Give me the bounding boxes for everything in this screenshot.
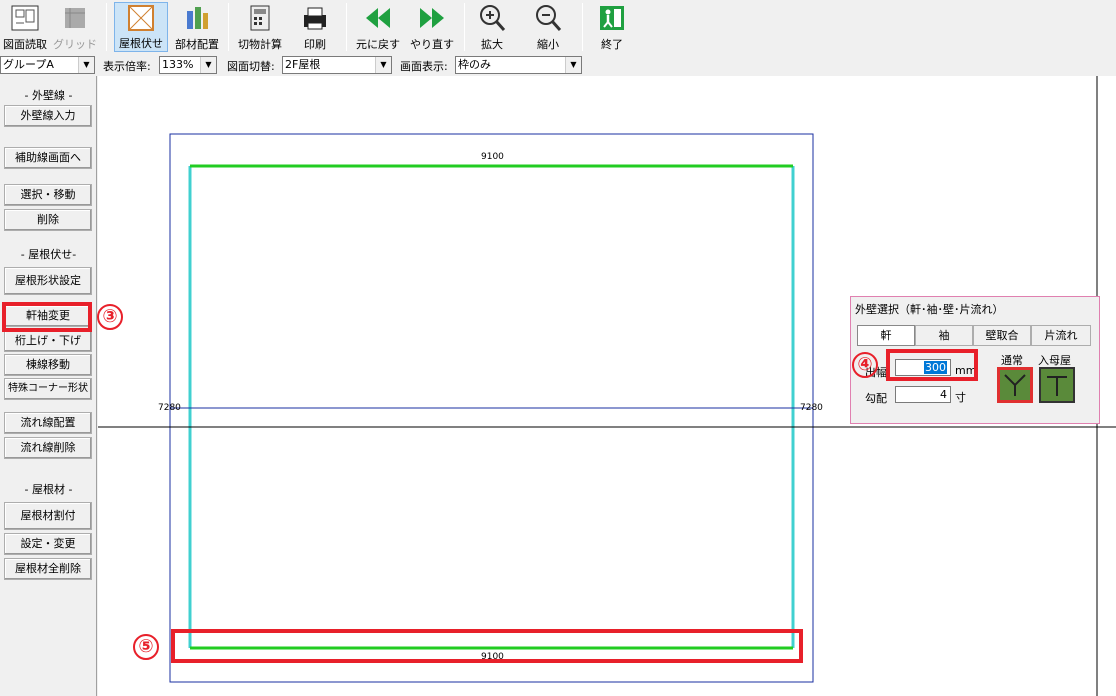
y-roof-icon (1004, 374, 1026, 396)
beam-updown-button[interactable]: 桁上げ・下げ (4, 330, 92, 352)
dim-left-label: 7280 (158, 403, 181, 413)
zoom-label: 表示倍率: (103, 60, 151, 73)
zoom-in-icon (475, 2, 509, 34)
flow-delete-button[interactable]: 流れ線削除 (4, 437, 92, 459)
drawing-read-button[interactable]: 図面読取 (2, 2, 48, 52)
t-roof-icon (1047, 376, 1067, 396)
annotation-step4: ④ (852, 352, 878, 378)
material-delete-all-button[interactable]: 屋根材全削除 (4, 558, 92, 580)
ridge-move-button[interactable]: 棟線移動 (4, 354, 92, 376)
delete-button[interactable]: 削除 (4, 209, 92, 231)
select-move-button[interactable]: 選択・移動 (4, 184, 92, 206)
chevron-down-icon: ▼ (200, 57, 216, 73)
pitch-label: 勾配 (865, 392, 887, 405)
redo-button[interactable]: やり直す (408, 2, 456, 52)
toolbar-separator (464, 3, 465, 51)
roof-plan-icon (124, 3, 158, 33)
material-assign-button[interactable]: 屋根材割付 (4, 502, 92, 530)
tab-single-slope[interactable]: 片流れ (1031, 325, 1091, 346)
annotation-step3: ③ (97, 304, 123, 330)
zoom-out-button[interactable]: 縮小 (528, 2, 568, 52)
drawing-read-icon (8, 2, 42, 34)
undo-button[interactable]: 元に戻す (354, 2, 402, 52)
display-select[interactable]: 枠のみ ▼ (455, 56, 582, 74)
dim-top-label: 9100 (481, 152, 504, 162)
main-toolbar: 図面読取 グリッド 屋根伏せ 部材配置 切物計算 印刷 元に戻す やり直す 拡大… (0, 0, 1116, 55)
chevron-down-icon: ▼ (565, 57, 581, 73)
parts-placement-icon (180, 2, 214, 34)
dim-right-label: 7280 (800, 403, 823, 413)
tab-sleeve[interactable]: 袖 (915, 325, 973, 346)
zoom-select[interactable]: 133% ▼ (159, 56, 217, 74)
flow-place-button[interactable]: 流れ線配置 (4, 412, 92, 434)
left-command-panel: - 外壁線 - 外壁線入力 補助線画面へ 選択・移動 削除 - 屋根伏せ- 屋根… (0, 76, 97, 696)
redo-icon (415, 2, 449, 34)
parts-placement-button[interactable]: 部材配置 (170, 2, 224, 52)
zoom-in-button[interactable]: 拡大 (472, 2, 512, 52)
setting-change-button[interactable]: 設定・変更 (4, 533, 92, 555)
annotation-box-step5 (171, 629, 803, 663)
pitch-input[interactable]: 4 (895, 386, 951, 403)
group-select[interactable]: グループA ▼ (0, 56, 95, 74)
print-icon (298, 2, 332, 34)
grid-button[interactable]: グリッド (52, 2, 98, 52)
section-material-heading: - 屋根材 - (24, 483, 73, 496)
annotation-box-step4 (886, 349, 978, 381)
chevron-down-icon: ▼ (78, 57, 94, 73)
section-wall-heading: - 外壁線 - (24, 89, 73, 102)
normal-label: 通常 (1001, 354, 1023, 367)
section-roof-heading: - 屋根伏せ- (20, 248, 77, 261)
tab-wall-junction[interactable]: 壁取合 (973, 325, 1031, 346)
cut-calc-icon (243, 2, 277, 34)
hip-gable-roof-button[interactable] (1039, 367, 1075, 403)
annotation-box-step3 (2, 302, 92, 332)
dialog-title: 外壁選択（軒･袖･壁･片流れ） (855, 303, 1004, 316)
print-button[interactable]: 印刷 (292, 2, 338, 52)
special-corner-button[interactable]: 特殊コーナー形状 (4, 378, 92, 400)
pitch-unit: 寸 (955, 391, 966, 404)
exit-icon (595, 2, 629, 34)
drawing-select[interactable]: 2F屋根 ▼ (282, 56, 392, 74)
normal-roof-button[interactable] (997, 367, 1033, 403)
toolbar-separator (582, 3, 583, 51)
undo-icon (361, 2, 395, 34)
toolbar-separator (228, 3, 229, 51)
annotation-step5: ⑤ (133, 634, 159, 660)
grid-icon (58, 2, 92, 34)
toolbar-separator (106, 3, 107, 51)
cut-calc-button[interactable]: 切物計算 (234, 2, 286, 52)
combo-row: グループA ▼ 表示倍率: 133% ▼ 図面切替: 2F屋根 ▼ 画面表示: … (0, 55, 1116, 75)
display-label: 画面表示: (400, 60, 448, 73)
roof-shape-button[interactable]: 屋根形状設定 (4, 267, 92, 295)
aux-screen-button[interactable]: 補助線画面へ (4, 147, 92, 169)
roof-plan-button[interactable]: 屋根伏せ (114, 2, 168, 52)
zoom-out-icon (531, 2, 565, 34)
tab-eave[interactable]: 軒 (857, 325, 915, 346)
toolbar-separator (346, 3, 347, 51)
chevron-down-icon: ▼ (375, 57, 391, 73)
exit-button[interactable]: 終了 (592, 2, 632, 52)
hip-gable-label: 入母屋 (1038, 354, 1071, 367)
wall-input-button[interactable]: 外壁線入力 (4, 105, 92, 127)
drawing-label: 図面切替: (227, 60, 275, 73)
